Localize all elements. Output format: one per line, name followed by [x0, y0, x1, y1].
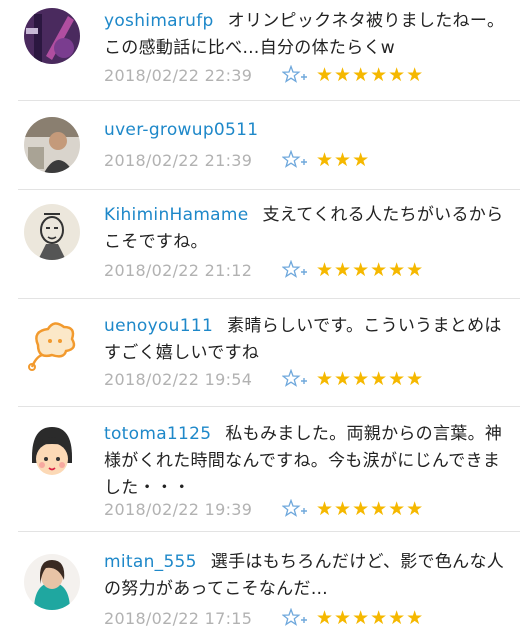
star-rating: ★★★★★★: [316, 607, 425, 629]
comment-date: 2018/02/22 17:15: [104, 608, 253, 628]
comment-meta: 2018/02/22 17:15 ★★★★★★: [104, 606, 424, 630]
username-link[interactable]: KihiminHamame: [104, 205, 249, 225]
comment-list: yoshimarufp オリンピックネタ被りましたねー。この感動話に比べ…自分の体…: [0, 0, 520, 640]
comment-date: 2018/02/22 22:39: [104, 65, 253, 85]
star-rating: ★★★★★★: [316, 64, 425, 86]
comment-item: totoma1125 私もみました。両親からの言葉。神様がくれた時間なんですね。今…: [0, 407, 520, 531]
star-plus-icon[interactable]: [282, 499, 308, 519]
username-link[interactable]: totoma1125: [104, 424, 211, 444]
star-rating: ★★★: [316, 149, 371, 171]
user-avatar[interactable]: [24, 315, 80, 371]
comment-item: KihiminHamame 支えてくれる人たちがいるからこそですね。 2018/0…: [0, 190, 520, 290]
comment-item: mitan_555 選手はもちろんだけど、影で色んな人の努力があってこそなんだ… …: [0, 532, 520, 640]
comment-text: totoma1125 私もみました。両親からの言葉。神様がくれた時間なんですね。今…: [104, 421, 506, 502]
comment-date: 2018/02/22 19:54: [104, 369, 253, 389]
star-plus-icon[interactable]: [282, 260, 308, 280]
comment-meta: 2018/02/22 19:54 ★★★★★★: [104, 367, 424, 391]
user-avatar[interactable]: [24, 423, 80, 479]
user-avatar[interactable]: [24, 117, 80, 173]
star-plus-icon[interactable]: [282, 150, 308, 170]
comment-text: uenoyou111 素晴らしいです。こういうまとめはすごく嬉しいですね: [104, 313, 506, 367]
user-avatar[interactable]: [24, 554, 80, 610]
comment-text: KihiminHamame 支えてくれる人たちがいるからこそですね。: [104, 202, 506, 256]
username-link[interactable]: uver-growup0511: [104, 120, 258, 140]
username-link[interactable]: uenoyou111: [104, 316, 213, 336]
comment-meta: 2018/02/22 21:12 ★★★★★★: [104, 258, 424, 282]
username-link[interactable]: yoshimarufp: [104, 11, 214, 31]
comment-text: yoshimarufp オリンピックネタ被りましたねー。この感動話に比べ…自分の体…: [104, 8, 506, 62]
star-plus-icon[interactable]: [282, 608, 308, 628]
comment-date: 2018/02/22 21:39: [104, 150, 253, 170]
user-avatar[interactable]: [24, 204, 80, 260]
star-rating: ★★★★★★: [316, 498, 425, 520]
star-rating: ★★★★★★: [316, 259, 425, 281]
star-rating: ★★★★★★: [316, 368, 425, 390]
comment-item: yoshimarufp オリンピックネタ被りましたねー。この感動話に比べ…自分の体…: [0, 0, 520, 100]
comment-meta: 2018/02/22 21:39 ★★★: [104, 148, 370, 172]
comment-meta: 2018/02/22 22:39 ★★★★★★: [104, 63, 424, 87]
comment-text: mitan_555 選手はもちろんだけど、影で色んな人の努力があってこそなんだ…: [104, 549, 506, 603]
comment-meta: 2018/02/22 19:39 ★★★★★★: [104, 497, 424, 521]
user-avatar[interactable]: [24, 8, 80, 64]
comment-date: 2018/02/22 19:39: [104, 499, 253, 519]
comment-item: uver-growup0511 2018/02/22 21:39 ★★★: [0, 101, 520, 189]
star-plus-icon[interactable]: [282, 369, 308, 389]
username-link[interactable]: mitan_555: [104, 552, 197, 572]
comment-date: 2018/02/22 21:12: [104, 260, 253, 280]
comment-text: uver-growup0511: [104, 117, 506, 144]
comment-item: uenoyou111 素晴らしいです。こういうまとめはすごく嬉しいですね 2018…: [0, 299, 520, 407]
star-plus-icon[interactable]: [282, 65, 308, 85]
